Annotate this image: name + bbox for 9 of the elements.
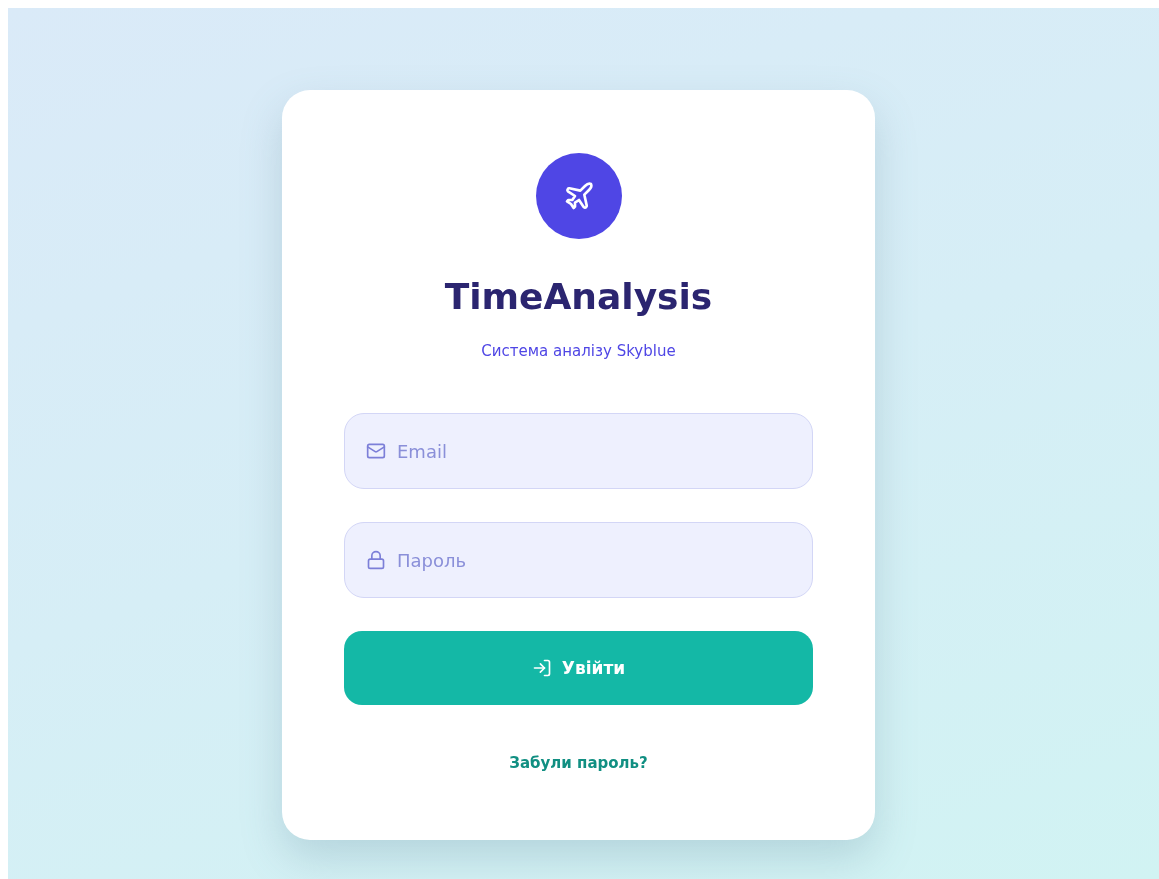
login-button[interactable]: Увійти xyxy=(344,631,813,705)
login-icon xyxy=(531,658,552,678)
app-subtitle: Система аналізу Skyblue xyxy=(481,341,676,362)
mail-icon xyxy=(366,441,386,461)
lock-icon xyxy=(366,550,386,570)
password-field[interactable]: Пароль xyxy=(344,522,813,598)
app-title: TimeAnalysis xyxy=(444,275,713,319)
forgot-password-link[interactable]: Забули пароль? xyxy=(509,752,648,774)
email-field[interactable]: Email xyxy=(344,413,813,489)
